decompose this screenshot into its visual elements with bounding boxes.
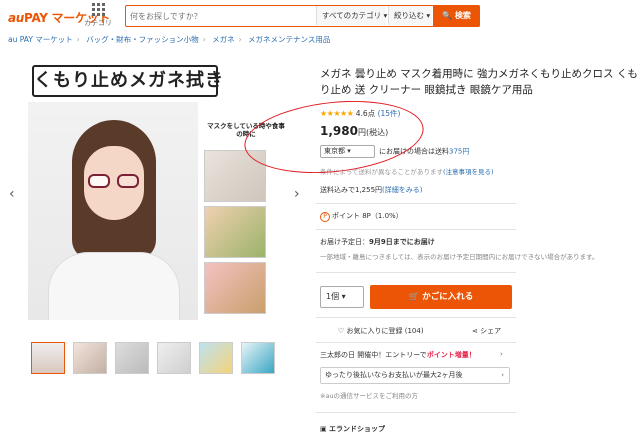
breadcrumb-item[interactable]: バッグ・財布・ファッション小物 <box>86 35 199 44</box>
au-note: ※auの通信サービスをご利用の方 <box>320 392 419 400</box>
search-button[interactable]: 🔍 検索 <box>433 4 480 27</box>
breadcrumb-item[interactable]: メガネメンテナンス用品 <box>248 35 330 44</box>
refine-select[interactable]: 絞り込む ▾ <box>388 6 432 25</box>
logo-au-text: au <box>8 11 25 25</box>
delivery-note: 一部地域・離島につきましては、表示のお届け予定日期間内にお届けできない場合があり… <box>320 253 599 261</box>
image-banner: くもり止めメガネ拭き <box>32 65 223 97</box>
divider <box>316 229 516 230</box>
thumbnail[interactable] <box>31 342 65 374</box>
favorite-button[interactable]: ♡ お気に入りに登録 (104) <box>338 326 424 336</box>
thumbnail[interactable] <box>199 342 233 374</box>
delivery-value: 9月9日までにお届け <box>369 238 435 246</box>
thumbnail[interactable] <box>241 342 275 374</box>
divider <box>316 203 516 204</box>
campaign-text: 三太郎の日 開催中！エントリーで <box>320 351 427 359</box>
grid-icon <box>91 3 105 16</box>
search-input[interactable] <box>130 8 310 24</box>
product-title: メガネ 曇り止め マスク着用時に 強力メガネくもり止めクロス くもり止め 送 ク… <box>320 68 638 96</box>
inset-photo-meal <box>204 206 266 258</box>
breadcrumb-item[interactable]: メガネ <box>212 35 235 44</box>
chevron-right-icon: › <box>500 350 503 358</box>
delivery-date: お届け予定日：9月9日までにお届け <box>320 237 435 247</box>
share-button[interactable]: ⋖ シェア <box>472 326 501 336</box>
divider <box>316 272 516 273</box>
category-select[interactable]: すべてのカテゴリ ▾ <box>316 6 387 25</box>
condition-note-link[interactable]: (注意事項を見る) <box>443 168 494 176</box>
campaign-banner[interactable]: 三太郎の日 開催中！エントリーでポイント増量！ › <box>320 350 510 360</box>
category-menu-button[interactable]: カテゴリ <box>84 3 112 28</box>
quantity-select[interactable]: 1個 ▾ <box>320 286 364 308</box>
search-bar: すべてのカテゴリ ▾ 絞り込む ▾ 🔍 検索 <box>125 4 480 27</box>
campaign-points: ポイント増量！ <box>426 351 476 359</box>
model-photo <box>28 102 198 320</box>
total-text: 送料込みで1,255円 <box>320 186 383 194</box>
points-row: P ポイント 8P（1.0%） <box>320 211 403 222</box>
divider <box>316 342 516 343</box>
thumbnail-strip <box>31 342 275 374</box>
thumbnail[interactable] <box>115 342 149 374</box>
deferred-payment-banner[interactable]: ゆったり後払いならお支払いが最大2ヶ月後 › <box>320 367 510 384</box>
deferred-payment-text: ゆったり後払いならお支払いが最大2ヶ月後 <box>325 371 463 379</box>
product-main-image[interactable]: くもり止めメガネ拭き マスクをしている時や食事の時に <box>28 62 286 322</box>
thumbnail[interactable] <box>157 342 191 374</box>
site-header: auPAY マーケット カテゴリ すべてのカテゴリ ▾ 絞り込む ▾ 🔍 検索 <box>0 0 640 32</box>
shipping-cost: 375円 <box>449 147 470 156</box>
shop-name[interactable]: ▣ エランドショップ <box>320 424 385 434</box>
points-icon: P <box>320 212 330 222</box>
inset-photo-cloth <box>204 262 266 314</box>
category-label: カテゴリ <box>84 19 112 27</box>
breadcrumb-item[interactable]: au PAY マーケット <box>8 35 73 44</box>
divider <box>316 317 516 318</box>
divider <box>316 412 516 413</box>
total-with-shipping: 送料込みで1,255円(詳細をみる) <box>320 185 423 195</box>
add-to-cart-button[interactable]: 🛒 かごに入れる <box>370 285 512 309</box>
thumbnail[interactable] <box>73 342 107 374</box>
chevron-right-icon: › <box>501 371 504 379</box>
total-detail-link[interactable]: (詳細をみる) <box>382 186 422 194</box>
next-image-arrow[interactable]: › <box>294 186 300 202</box>
breadcrumb: au PAY マーケット › バッグ・財布・ファッション小物 › メガネ › メガネメ… <box>8 35 331 44</box>
points-text: ポイント 8P（1.0%） <box>332 212 403 220</box>
delivery-label: お届け予定日： <box>320 238 369 246</box>
prev-image-arrow[interactable]: ‹ <box>9 186 15 202</box>
